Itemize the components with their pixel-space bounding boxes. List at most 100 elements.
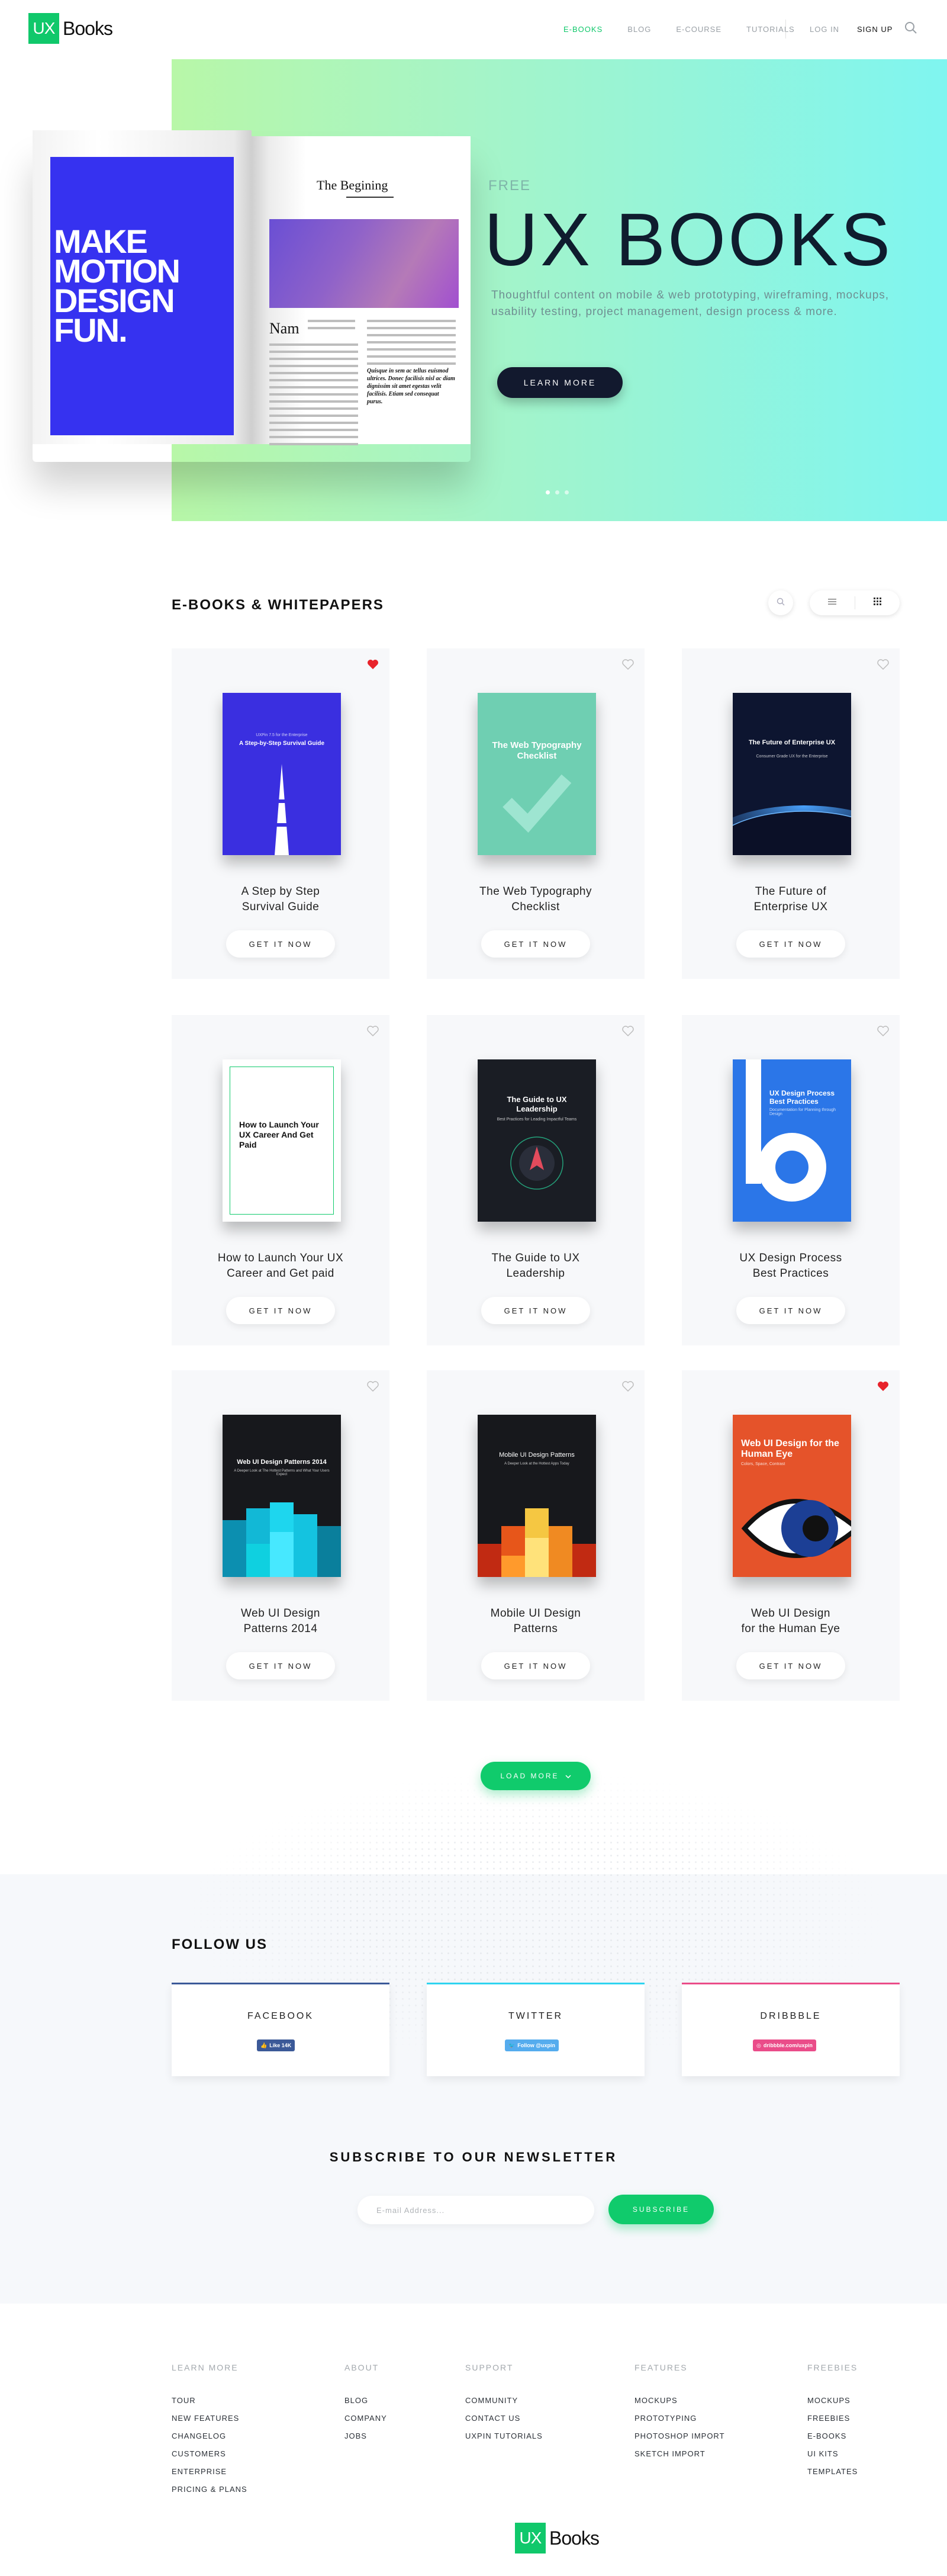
nav-link-tutorials[interactable]: TUTORIALS — [746, 25, 795, 34]
cover-title: Web UI Design Patterns 2014 — [237, 1459, 327, 1466]
book-page-title: The Begining — [317, 178, 388, 192]
heart-outline-icon[interactable] — [622, 1026, 634, 1036]
load-more-button[interactable]: LOAD MORE — [481, 1762, 591, 1790]
heart-outline-icon[interactable] — [367, 1026, 379, 1036]
cover-title: How to Launch Your UX Career And Get Pai… — [239, 1120, 319, 1149]
book-card[interactable]: The Future of Enterprise UX Consumer Gra… — [682, 648, 900, 979]
get-it-now-button[interactable]: GET IT NOW — [736, 1652, 845, 1679]
footer-link[interactable]: COMPANY — [344, 2414, 387, 2423]
footer-link[interactable]: TOUR — [172, 2396, 247, 2405]
book-card[interactable]: Web UI Design Patterns 2014 A Deeper Loo… — [172, 1370, 389, 1701]
footer-link[interactable]: PROTOTYPING — [634, 2414, 725, 2423]
get-it-now-button[interactable]: GET IT NOW — [736, 930, 845, 958]
footer-heading: ABOUT — [344, 2363, 379, 2372]
book-card[interactable]: How to Launch Your UX Career And Get Pai… — [172, 1015, 389, 1345]
cover-title: The Future of Enterprise UX — [748, 739, 836, 746]
signup-link[interactable]: SIGN UP — [857, 25, 893, 34]
get-it-now-button[interactable]: GET IT NOW — [481, 930, 590, 958]
footer-link[interactable]: UXPIN TUTORIALS — [465, 2432, 543, 2440]
card-title-line: Checklist — [511, 901, 560, 913]
search-button[interactable] — [768, 590, 793, 615]
facebook-like-button[interactable]: 👍 Like 14K — [257, 2039, 295, 2051]
logo[interactable]: UX Books — [28, 13, 113, 44]
footer-link[interactable]: UI KITS — [807, 2449, 858, 2458]
footer-column-about: ABOUT BLOG COMPANY JOBS — [344, 2363, 387, 2449]
heart-icon[interactable] — [877, 1381, 889, 1392]
heart-icon[interactable] — [367, 659, 379, 670]
cover-subtitle: A Deeper Look at The Hottest Patterns an… — [234, 1469, 330, 1476]
card-title-line: Enterprise UX — [753, 901, 828, 913]
footer-heading: FEATURES — [634, 2363, 688, 2372]
dribbble-follow-button[interactable]: ◎ dribbble.com/uxpin — [753, 2039, 816, 2051]
list-view-button[interactable] — [810, 590, 855, 615]
get-it-now-button[interactable]: GET IT NOW — [226, 930, 335, 958]
heart-outline-icon[interactable] — [622, 1381, 634, 1392]
footer-link[interactable]: NEW FEATURES — [172, 2414, 247, 2423]
carousel-dot[interactable] — [565, 490, 569, 494]
heart-outline-icon[interactable] — [622, 659, 634, 670]
book-card[interactable]: The Web Typography Checklist The Web Typ… — [427, 648, 645, 979]
load-more-label: LOAD MORE — [500, 1772, 559, 1780]
social-card-twitter[interactable]: TWITTER 🐦 Follow @uxpin — [427, 1983, 645, 2076]
social-card-facebook[interactable]: FACEBOOK 👍 Like 14K — [172, 1983, 389, 2076]
cover-subtitle: Consumer Grade UX for the Enterprise — [756, 754, 828, 759]
footer-link[interactable]: FREEBIES — [807, 2414, 858, 2423]
social-card-dribbble[interactable]: DRIBBBLE ◎ dribbble.com/uxpin — [682, 1983, 900, 2076]
book-left-page: MAKE MOTION DESIGN FUN. — [33, 130, 252, 444]
heart-outline-icon[interactable] — [877, 659, 889, 670]
footer-link[interactable]: TEMPLATES — [807, 2467, 858, 2476]
subscribe-button[interactable]: SUBSCRIBE — [608, 2195, 714, 2224]
view-toggle — [810, 590, 900, 615]
cover-subtitle: A Deeper Look at the Hottest Apps Today — [504, 1462, 569, 1466]
footer-logo[interactable]: UX Books — [515, 2523, 600, 2553]
footer-link[interactable]: CHANGELOG — [172, 2432, 247, 2440]
footer-link[interactable]: PRICING & PLANS — [172, 2485, 247, 2494]
footer-link[interactable]: ENTERPRISE — [172, 2467, 247, 2476]
card-title-line: Web UI Design — [751, 1607, 830, 1620]
book-card[interactable]: The Guide to UX Leadership Best Practice… — [427, 1015, 645, 1345]
carousel-dot[interactable] — [555, 490, 559, 494]
get-it-now-button[interactable]: GET IT NOW — [481, 1297, 590, 1324]
login-link[interactable]: LOG IN — [810, 25, 839, 34]
get-it-now-button[interactable]: GET IT NOW — [226, 1652, 335, 1679]
footer-link[interactable]: E-BOOKS — [807, 2432, 858, 2440]
book-cover: The Web Typography Checklist — [478, 693, 596, 855]
carousel-dot[interactable] — [546, 490, 550, 494]
get-it-now-button[interactable]: GET IT NOW — [226, 1297, 335, 1324]
book-card[interactable]: Mobile UI Design Patterns A Deeper Look … — [427, 1370, 645, 1701]
book-card[interactable]: UX Design Process Best Practices Documen… — [682, 1015, 900, 1345]
search-icon[interactable] — [904, 21, 917, 34]
footer-link[interactable]: CONTACT US — [465, 2414, 543, 2423]
learn-more-button[interactable]: LEARN MORE — [497, 367, 623, 398]
footer-heading: SUPPORT — [465, 2363, 514, 2372]
heart-outline-icon[interactable] — [367, 1381, 379, 1392]
footer-link[interactable]: COMMUNITY — [465, 2396, 543, 2405]
footer-link[interactable]: BLOG — [344, 2396, 387, 2405]
heart-outline-icon[interactable] — [877, 1026, 889, 1036]
follow-title: FOLLOW US — [172, 1936, 268, 1952]
get-it-now-button[interactable]: GET IT NOW — [736, 1297, 845, 1324]
get-it-now-button[interactable]: GET IT NOW — [481, 1652, 590, 1679]
nav-link-ebooks[interactable]: E-BOOKS — [563, 25, 603, 34]
card-title-line: Web UI Design — [241, 1607, 320, 1620]
twitter-follow-button[interactable]: 🐦 Follow @uxpin — [505, 2039, 559, 2051]
card-title-line: Survival Guide — [241, 901, 320, 913]
dribbble-ball-icon: ◎ — [756, 2042, 761, 2048]
footer-link[interactable]: MOCKUPS — [634, 2396, 725, 2405]
footer-link[interactable]: CUSTOMERS — [172, 2449, 247, 2458]
hero-description: Thoughtful content on mobile & web proto… — [491, 289, 890, 318]
book-card[interactable]: Web UI Design for the Human Eye Colors, … — [682, 1370, 900, 1701]
book-right-page: The Begining Nam Quisque in sem ac tellu… — [252, 136, 471, 445]
email-field[interactable] — [357, 2196, 594, 2224]
book-card[interactable]: UXPin 7.5 for the Enterprise A Step-by-S… — [172, 648, 389, 979]
footer-link[interactable]: MOCKUPS — [807, 2396, 858, 2405]
nav-link-blog[interactable]: BLOG — [627, 25, 651, 34]
grid-icon — [873, 598, 881, 608]
newsletter-title: SUBSCRIBE TO OUR NEWSLETTER — [329, 2150, 618, 2164]
footer-link[interactable]: SKETCH IMPORT — [634, 2449, 725, 2458]
grid-view-button[interactable] — [855, 590, 900, 615]
card-title-line: Leadership — [506, 1267, 565, 1280]
nav-link-ecourse[interactable]: E-COURSE — [676, 25, 721, 34]
footer-link[interactable]: JOBS — [344, 2432, 387, 2440]
footer-link[interactable]: PHOTOSHOP IMPORT — [634, 2432, 725, 2440]
